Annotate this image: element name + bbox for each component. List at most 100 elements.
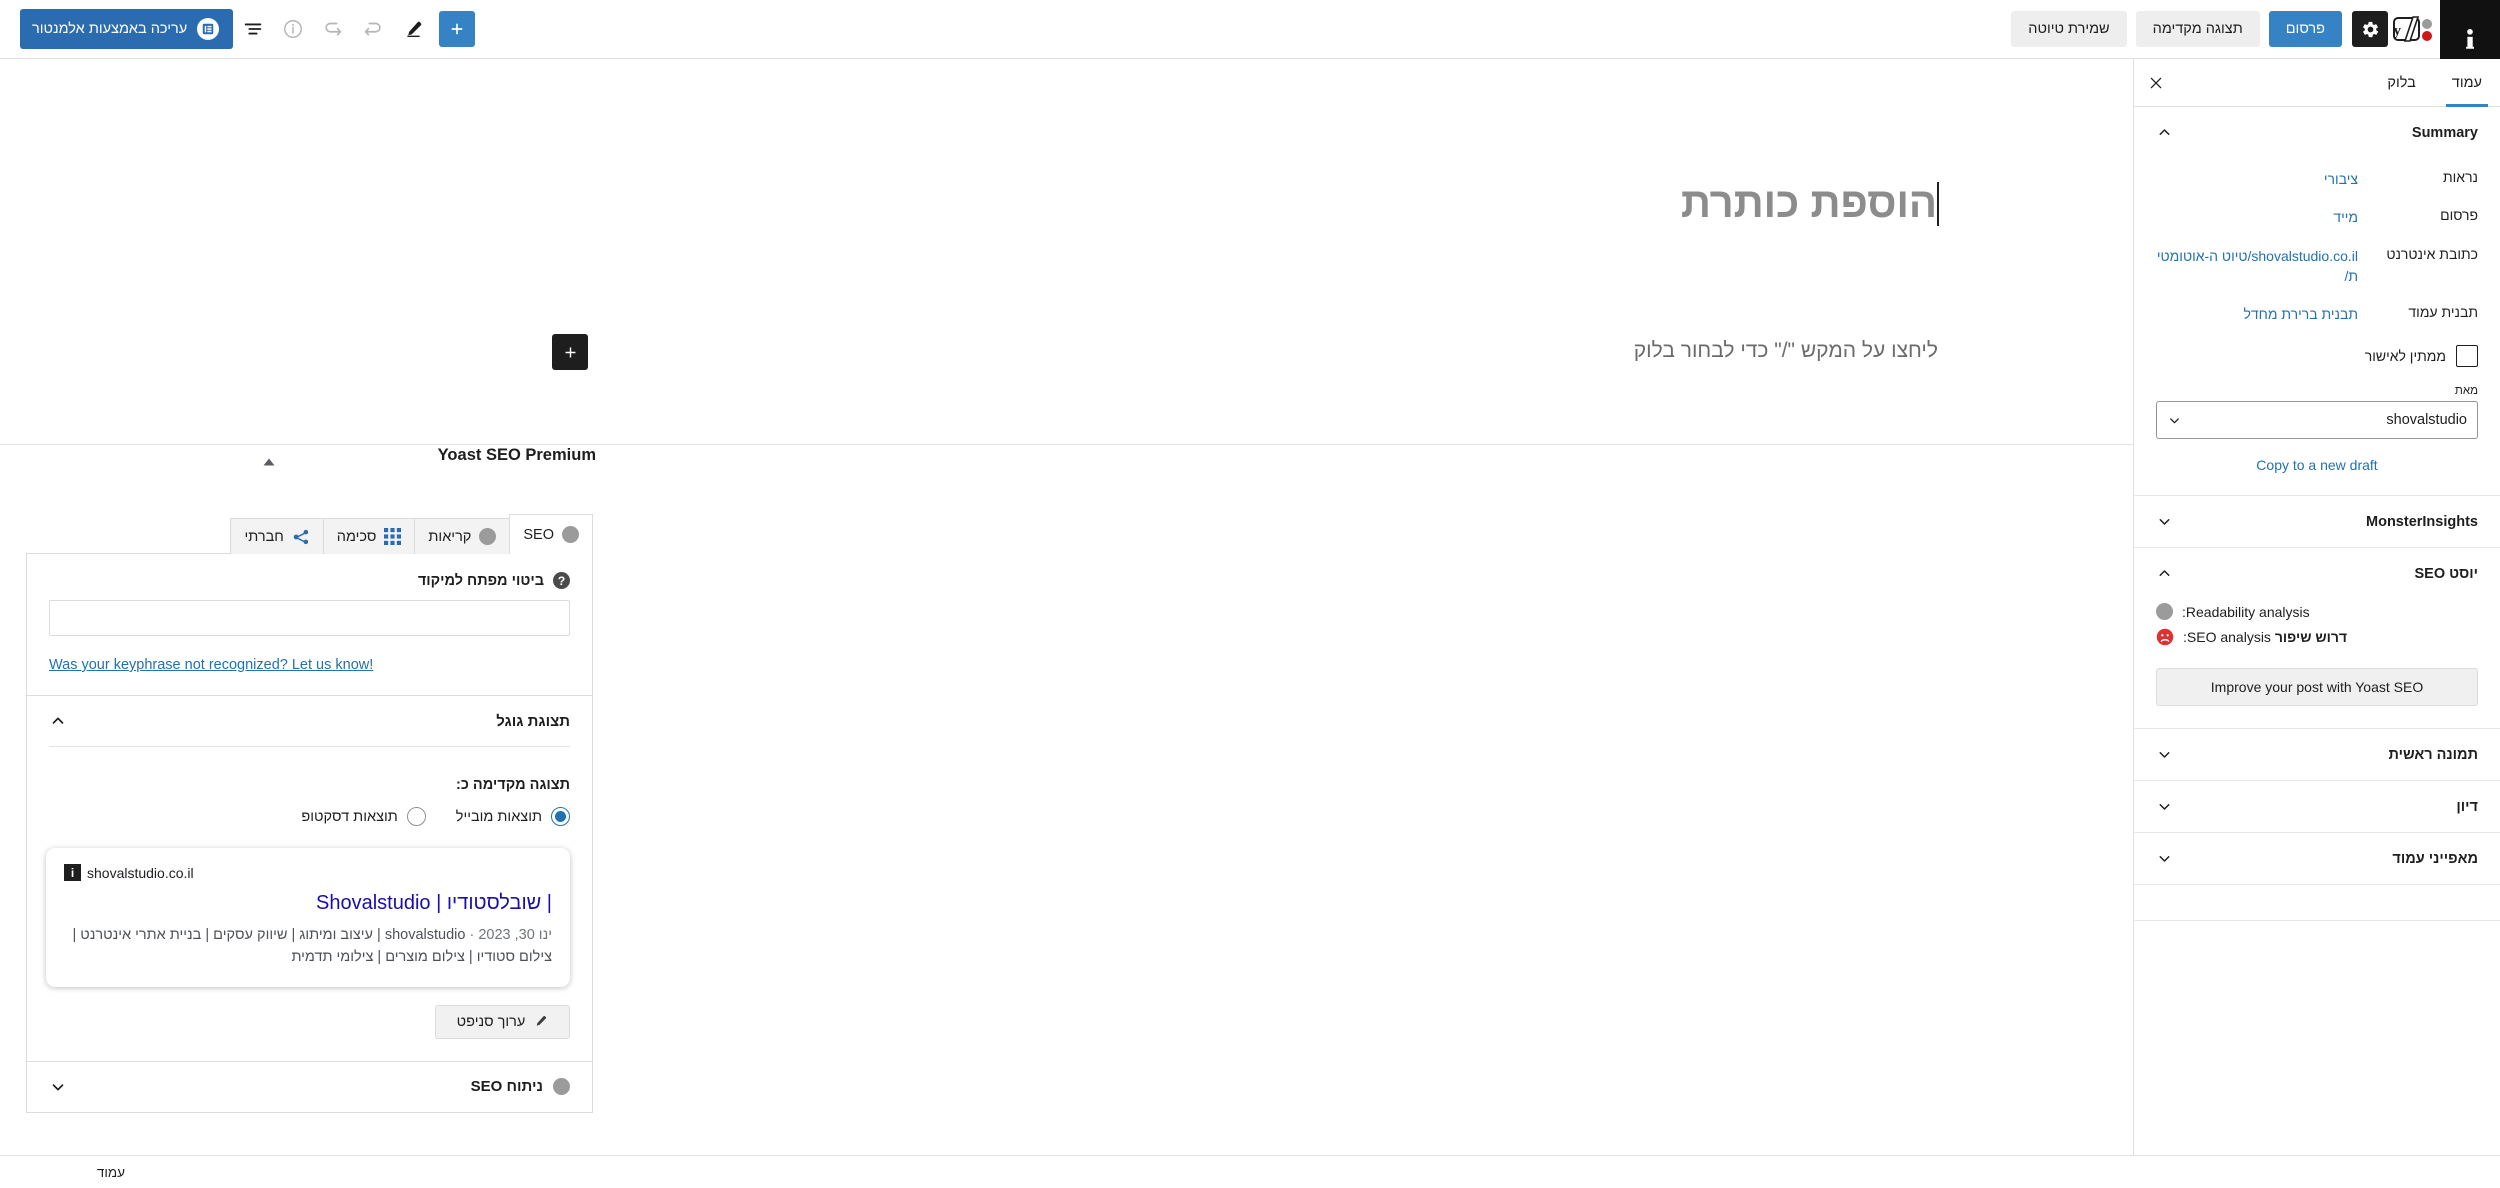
tab-seo[interactable]: SEO: [509, 514, 593, 554]
yoast-panel-title: Yoast SEO Premium: [437, 446, 596, 464]
status-dot-icon: [562, 526, 579, 543]
yoast-seo-section-title: יוסט SEO: [2414, 565, 2478, 582]
seo-analysis-title: ניתוח SEO: [470, 1078, 543, 1096]
preview-button[interactable]: תצוגה מקדימה: [2135, 11, 2260, 47]
tab-social-label: חברתי: [244, 528, 284, 545]
add-block-button[interactable]: [439, 11, 476, 47]
undo-arrow-icon: [325, 22, 342, 36]
discussion-section-header[interactable]: דיון: [2134, 781, 2500, 832]
page-attributes-section-header[interactable]: מאפייני עמוד: [2134, 833, 2500, 884]
pending-review-checkbox[interactable]: [2456, 345, 2478, 368]
settings-gear-button[interactable]: [2352, 11, 2388, 47]
snippet-info-badge-icon[interactable]: i: [64, 864, 81, 881]
url-value[interactable]: shovalstudio.co.il/טיוט ה-אוטומטית/: [2156, 246, 2358, 287]
pencil-edit-mode-button[interactable]: [393, 9, 433, 49]
sidebar-tab-block[interactable]: בלוק: [2369, 59, 2433, 106]
radio-button-icon: [551, 807, 570, 826]
top-bar-left-group: y פרסום תצוגה מקדימה שמירת טיוטה: [2002, 9, 2500, 49]
preview-as-label: תצוגה מקדימה כ:: [456, 777, 570, 793]
seo-analysis-title-group: ניתוח SEO: [67, 1078, 570, 1096]
url-label: כתובת אינטרנט: [2386, 245, 2478, 262]
tab-schema-label: סכימה: [336, 528, 377, 545]
keyphrase-input[interactable]: [49, 600, 570, 636]
triangle-up-icon: [263, 458, 275, 466]
publish-value[interactable]: מייד: [2156, 207, 2358, 227]
chevron-down-icon: [2156, 513, 2173, 530]
block-inserter-button[interactable]: [552, 334, 588, 370]
preview-mode-radio-group: תוצאות מובייל תוצאות דסקטופ: [27, 793, 592, 826]
visibility-value[interactable]: ציבורי: [2156, 169, 2358, 189]
summary-section-header[interactable]: Summary: [2134, 107, 2500, 158]
details-info-button[interactable]: [273, 9, 313, 49]
seo-analysis-header[interactable]: ניתוח SEO: [27, 1062, 592, 1112]
snippet-url: shovalstudio.co.il: [87, 864, 194, 881]
sidebar-section-summary: Summary נראות ציבורי פרסום מייד כתובת אי…: [2134, 107, 2500, 497]
post-body-placeholder[interactable]: ליחצו על המקש "/" כדי לבחור בלוק: [638, 339, 1938, 363]
close-x-icon: [2150, 77, 2162, 88]
edit-snippet-label: ערוך סניפט: [456, 1013, 526, 1030]
yoast-logo-icon[interactable]: y: [2392, 12, 2438, 46]
close-sidebar-button[interactable]: [2134, 59, 2178, 106]
redo-button[interactable]: [353, 9, 393, 49]
keyphrase-label: ביטוי מפתח למיקוד: [417, 572, 544, 589]
yoast-panel-collapse-toggle[interactable]: [260, 455, 278, 469]
document-list-view-button[interactable]: [233, 9, 273, 49]
chevron-up-icon: [2156, 124, 2173, 141]
edit-snippet-button[interactable]: ערוך סניפט: [435, 1004, 570, 1039]
snippet-title[interactable]: | שובלסטודיו | Shovalstudio: [64, 891, 552, 916]
status-dot-icon: [2156, 603, 2173, 621]
author-select[interactable]: shovalstudio: [2156, 401, 2478, 440]
featured-image-section-title: תמונה ראשית: [2388, 746, 2478, 763]
sidebar-tab-page[interactable]: עמוד: [2434, 59, 2500, 107]
google-preview-header[interactable]: תצוגת גוגל: [27, 696, 592, 746]
undo-button[interactable]: [313, 9, 353, 49]
radio-desktop-results[interactable]: תוצאות דסקטופ: [301, 807, 426, 826]
summary-row-template: תבנית עמוד תבנית ברירת מחדל: [2156, 295, 2478, 333]
summary-section-title: Summary: [2411, 124, 2478, 141]
question-mark-icon[interactable]: ?: [553, 572, 570, 589]
keyphrase-label-row: ? ביטוי מפתח למיקוד: [49, 572, 570, 589]
chevron-down-icon: [2156, 746, 2173, 763]
keyphrase-section: ? ביטוי מפתח למיקוד Was your keyphrase n…: [27, 554, 592, 696]
tab-social[interactable]: חברתי: [230, 518, 324, 554]
template-value[interactable]: תבנית ברירת מחדל: [2156, 304, 2358, 324]
svg-text:y: y: [2394, 23, 2402, 39]
pending-review-row: ממתין לאישור: [2156, 333, 2478, 373]
summary-row-url: כתובת אינטרנט shovalstudio.co.il/טיוט ה-…: [2156, 237, 2478, 296]
plus-icon: [451, 23, 463, 35]
post-title-input[interactable]: הוספת כותרת: [638, 179, 1939, 227]
tab-schema[interactable]: סכימה: [322, 518, 416, 554]
template-label: תבנית עמוד: [2408, 304, 2478, 321]
top-bar-right-group: עריכה באמצעות אלמנטור: [0, 9, 481, 49]
edit-with-elementor-label: עריכה באמצעות אלמנטור: [32, 21, 188, 37]
tab-readability-label: קריאות: [428, 528, 472, 545]
save-draft-button[interactable]: שמירת טיוטה: [2011, 11, 2127, 47]
featured-image-section-header[interactable]: תמונה ראשית: [2134, 729, 2500, 780]
page-attributes-section-title: מאפייני עמוד: [2392, 850, 2478, 867]
sidebar-section-discussion: דיון: [2134, 781, 2500, 834]
status-dot-icon: [553, 1078, 570, 1096]
seo-analysis-value: דרוש שיפור: [2274, 629, 2348, 646]
sidebar-section-monsterinsights: MonsterInsights: [2134, 496, 2500, 549]
monsterinsights-section-title: MonsterInsights: [2366, 513, 2478, 530]
snippet-description: ינו 30, 2023 · shovalstudio | עיצוב ומית…: [72, 927, 552, 966]
tab-readability[interactable]: קריאות: [414, 518, 511, 554]
copy-to-new-draft-link[interactable]: Copy to a new draft: [2156, 439, 2478, 473]
settings-sidebar: עמוד בלוק Summary נראות ציבורי פרסום מיי…: [2133, 59, 2500, 1155]
readability-analysis-row: Readability analysis:: [2156, 599, 2478, 624]
monsterinsights-section-header[interactable]: MonsterInsights: [2134, 496, 2500, 547]
sidebar-section-yoast-seo: יוסט SEO Readability analysis: דרוש שיפו…: [2134, 548, 2500, 730]
improve-post-button[interactable]: Improve your post with Yoast SEO: [2156, 668, 2478, 707]
radio-mobile-results[interactable]: תוצאות מובייל: [456, 807, 570, 826]
edit-with-elementor-button[interactable]: עריכה באמצעות אלמנטור: [20, 9, 234, 49]
author-select-value: shovalstudio: [2386, 412, 2467, 429]
plus-icon: [565, 347, 575, 357]
keyphrase-not-recognized-link[interactable]: Was your keyphrase not recognized? Let u…: [49, 657, 570, 673]
schema-grid-icon: [384, 528, 402, 545]
summary-section-body: נראות ציבורי פרסום מייד כתובת אינטרנט sh…: [2134, 158, 2500, 495]
yoast-seo-card: ? ביטוי מפתח למיקוד Was your keyphrase n…: [26, 553, 593, 1113]
visibility-label: נראות: [2442, 169, 2478, 185]
chevron-up-icon: [49, 712, 67, 730]
yoast-seo-section-header[interactable]: יוסט SEO: [2134, 548, 2500, 599]
publish-button[interactable]: פרסום: [2268, 11, 2342, 47]
